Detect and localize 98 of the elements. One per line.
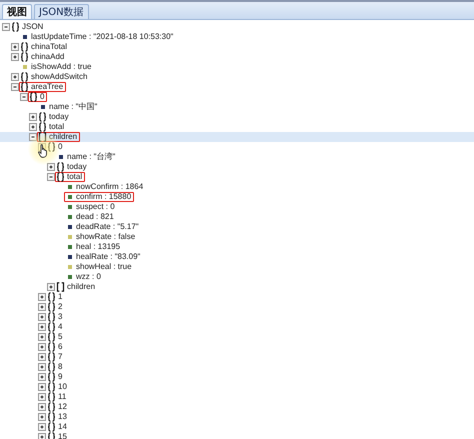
tree-node-label[interactable]: 3 xyxy=(56,312,62,322)
expand-icon[interactable] xyxy=(29,123,37,131)
tree-node-label[interactable]: 9 xyxy=(56,372,62,382)
braces-icon xyxy=(47,402,56,412)
braces-icon xyxy=(11,22,20,32)
tree-node-label[interactable]: 15 xyxy=(56,432,67,439)
braces-icon xyxy=(47,382,56,392)
tree-node-label[interactable]: 1 xyxy=(56,292,62,302)
braces-icon xyxy=(56,162,65,172)
expand-icon[interactable] xyxy=(38,373,46,381)
braces-icon xyxy=(38,112,47,122)
braces-icon xyxy=(47,322,56,332)
tree-node-label[interactable]: showAddSwitch xyxy=(29,72,88,82)
expand-icon[interactable] xyxy=(11,73,19,81)
braces-icon xyxy=(47,292,56,302)
tree-node-label[interactable]: chinaTotal xyxy=(29,42,68,52)
collapse-icon[interactable] xyxy=(20,93,28,101)
tree-node-label[interactable]: suspect : 0 xyxy=(74,202,115,212)
tree-node-label[interactable]: showHeal : true xyxy=(74,262,132,272)
expand-icon[interactable] xyxy=(11,43,19,51)
collapse-icon[interactable] xyxy=(2,23,10,31)
tree-node-label[interactable]: 0 xyxy=(38,92,44,102)
braces-icon xyxy=(47,312,56,322)
expand-icon[interactable] xyxy=(47,283,55,291)
expand-icon[interactable] xyxy=(38,393,46,401)
tree-node-label[interactable]: wzz : 0 xyxy=(74,272,101,282)
tree-node-label[interactable]: 5 xyxy=(56,332,62,342)
braces-icon xyxy=(47,362,56,372)
expand-icon[interactable] xyxy=(11,53,19,61)
tree-node-label[interactable]: heal : 13195 xyxy=(74,242,120,252)
expand-icon[interactable] xyxy=(38,413,46,421)
brackets-icon xyxy=(56,282,65,292)
tree-node-label[interactable]: isShowAdd : true xyxy=(29,62,92,72)
tree-node-label[interactable]: 11 xyxy=(56,392,66,402)
braces-icon xyxy=(38,122,47,132)
braces-icon xyxy=(20,72,29,82)
tree-node-label[interactable]: JSON xyxy=(20,22,44,32)
expand-icon[interactable] xyxy=(29,113,37,121)
brackets-icon xyxy=(38,132,47,142)
expand-icon[interactable] xyxy=(38,363,46,371)
expand-icon[interactable] xyxy=(38,293,46,301)
tree-node-label[interactable]: children xyxy=(47,132,78,142)
tree-node-label[interactable]: today xyxy=(65,162,87,172)
braces-icon xyxy=(47,352,56,362)
braces-icon xyxy=(47,392,56,402)
tree-node-label[interactable]: total xyxy=(65,172,82,182)
braces-icon xyxy=(56,172,65,182)
braces-icon xyxy=(29,92,38,102)
tree-node-label[interactable]: today xyxy=(47,112,69,122)
tree-node-label[interactable]: nowConfirm : 1864 xyxy=(74,182,144,192)
expand-icon[interactable] xyxy=(38,333,46,341)
braces-icon xyxy=(47,412,56,422)
tree-node-label[interactable]: 2 xyxy=(56,302,62,312)
tree-node-label[interactable]: 13 xyxy=(56,412,67,422)
tree-node-label[interactable]: areaTree xyxy=(29,82,64,92)
tab[interactable]: 视图 xyxy=(2,4,32,19)
expand-icon[interactable] xyxy=(38,383,46,391)
tree-node-label[interactable]: total xyxy=(47,122,64,132)
expand-icon[interactable] xyxy=(38,313,46,321)
braces-icon xyxy=(47,372,56,382)
expand-icon[interactable] xyxy=(38,423,46,431)
tree-node-label[interactable]: 7 xyxy=(56,352,62,362)
collapse-icon[interactable] xyxy=(11,83,19,91)
expand-icon[interactable] xyxy=(38,353,46,361)
braces-icon xyxy=(20,82,29,92)
tab[interactable]: JSON数据 xyxy=(34,4,89,19)
braces-icon xyxy=(47,332,56,342)
tree-node-label[interactable]: deadRate : "5.17" xyxy=(74,222,139,232)
braces-icon xyxy=(47,342,56,352)
tree-node-label[interactable]: lastUpdateTime : "2021-08-18 10:53:30" xyxy=(29,32,174,42)
tree-node-label[interactable]: children xyxy=(65,282,96,292)
tree-node-label[interactable]: name : "中国" xyxy=(47,102,98,112)
braces-icon xyxy=(20,42,29,52)
tree-node-label[interactable]: 14 xyxy=(56,422,67,432)
braces-icon xyxy=(47,302,56,312)
tree-node-label[interactable]: showRate : false xyxy=(74,232,136,242)
braces-icon xyxy=(47,422,56,432)
collapse-icon[interactable] xyxy=(29,133,37,141)
tree-node-label[interactable]: 0 xyxy=(56,142,62,152)
tree-node-label[interactable]: confirm : 15880 xyxy=(74,192,132,202)
tree-node-label[interactable]: chinaAdd xyxy=(29,52,64,62)
tree-node-label[interactable]: 4 xyxy=(56,322,62,332)
expand-icon[interactable] xyxy=(47,163,55,171)
tree-node-label[interactable]: 8 xyxy=(56,362,62,372)
expand-icon[interactable] xyxy=(38,403,46,411)
collapse-icon[interactable] xyxy=(47,173,55,181)
tree-node-label[interactable]: 10 xyxy=(56,382,67,392)
tree-node-label[interactable]: healRate : "83.09" xyxy=(74,252,140,262)
braces-icon xyxy=(47,142,56,152)
tree-node-label[interactable]: name : "台湾" xyxy=(65,152,116,162)
braces-icon xyxy=(20,52,29,62)
expand-icon[interactable] xyxy=(38,323,46,331)
tree-node-label[interactable]: 6 xyxy=(56,342,62,352)
expand-icon[interactable] xyxy=(38,433,46,439)
expand-icon[interactable] xyxy=(38,343,46,351)
expand-icon[interactable] xyxy=(38,303,46,311)
tree-node-label[interactable]: 12 xyxy=(56,402,67,412)
tree-node-label[interactable]: dead : 821 xyxy=(74,212,114,222)
